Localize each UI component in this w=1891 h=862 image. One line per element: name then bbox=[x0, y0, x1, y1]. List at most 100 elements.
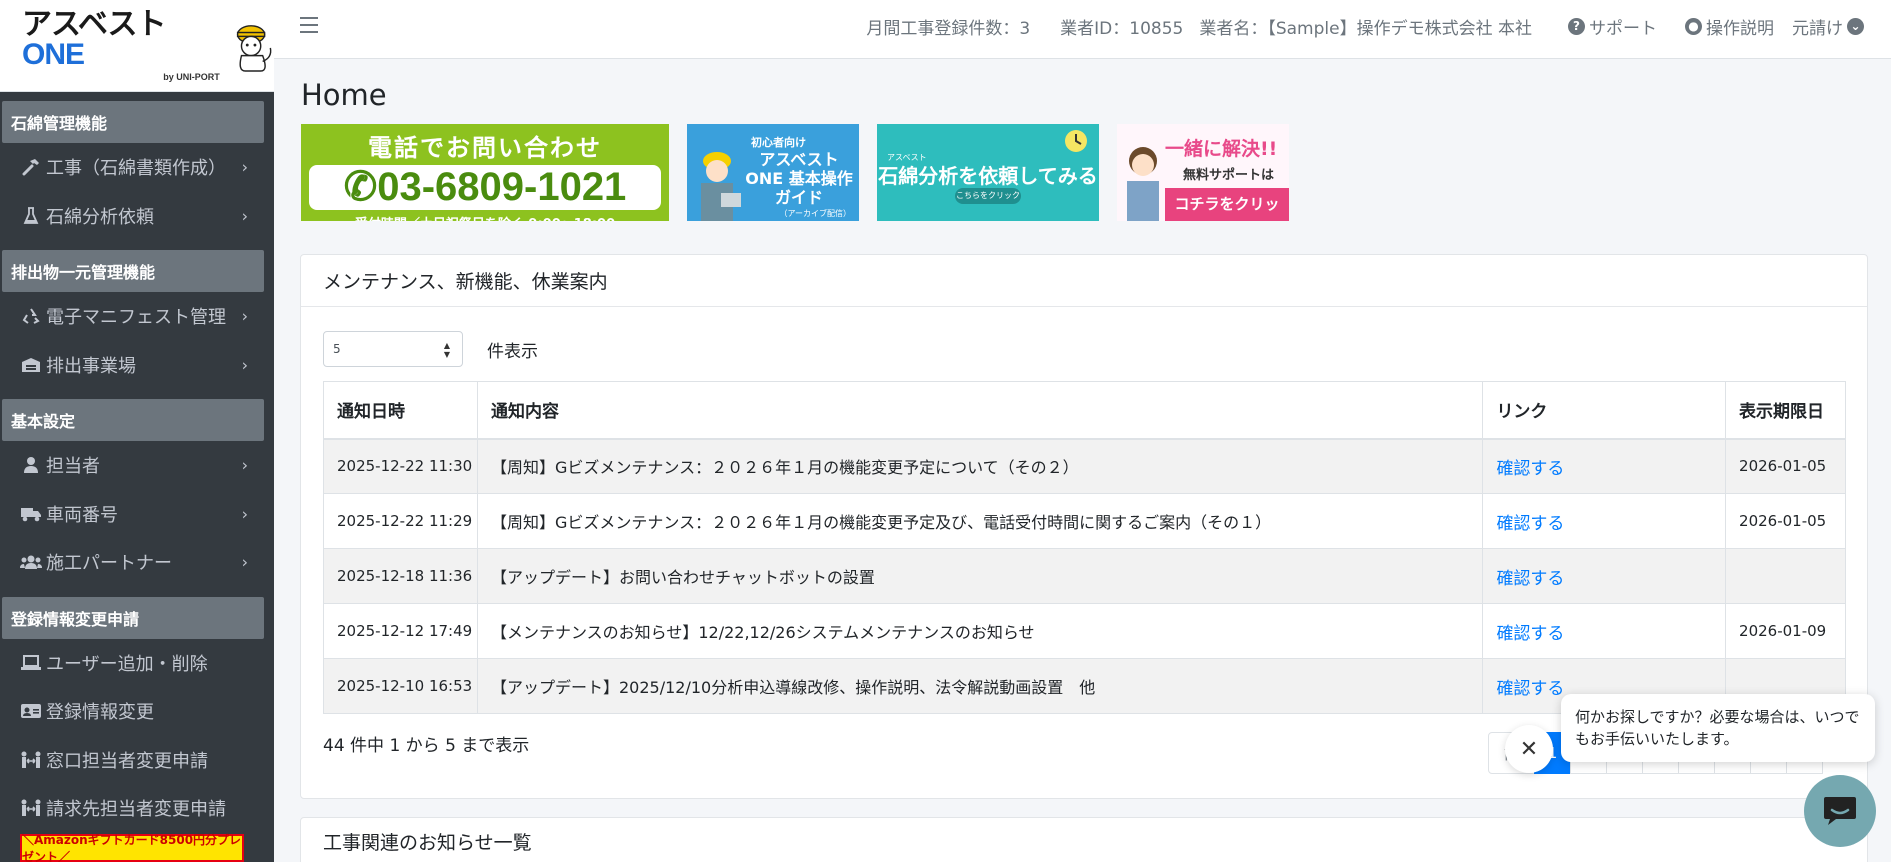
notice-content: 【メンテナンスのお知らせ】12/22,12/26システムメンテナンスのお知らせ bbox=[476, 603, 1484, 659]
sidebar-item-partners[interactable]: 施工パートナー › bbox=[0, 538, 274, 587]
notice-confirm-link[interactable]: 確認する bbox=[1482, 438, 1727, 494]
sidebar-item-label: 登録情報変更 bbox=[46, 702, 154, 724]
chevron-right-icon: › bbox=[241, 552, 248, 572]
sidebar-item-sites[interactable]: 排出事業場 › bbox=[0, 341, 274, 390]
menu-toggle-icon[interactable] bbox=[300, 17, 318, 33]
monthly-count: 月間工事登録件数：3 bbox=[866, 18, 1031, 39]
nav-section-asbestos: 石綿管理機能 bbox=[2, 101, 264, 143]
header-info: 月間工事登録件数：3 業者ID：10855 業者名：【Sample】操作デモ株式… bbox=[866, 0, 1891, 52]
chevron-right-icon: › bbox=[241, 504, 248, 524]
support-link[interactable]: ? サポート bbox=[1568, 14, 1657, 39]
user-circle-icon: ● bbox=[1685, 17, 1702, 35]
phone-contact-banner[interactable]: 電話でお問い合わせ ✆03-6809-1021 受付時間／土日祝祭日を除く 9:… bbox=[301, 124, 669, 221]
sidebar-item-analysis[interactable]: 石綿分析依頼 › bbox=[0, 192, 274, 241]
table-row: 2025-12-12 17:49 【メンテナンスのお知らせ】12/22,12/2… bbox=[323, 603, 1846, 659]
sidebar-item-label: 施工パートナー bbox=[46, 553, 172, 575]
chat-greeting-bubble[interactable]: 何かお探しですか？必要な場合は、いつでもお手伝いいたします。 bbox=[1561, 694, 1875, 762]
chat-launcher-button[interactable] bbox=[1804, 775, 1876, 847]
beginner-guide-banner[interactable]: 初心者向け アスベストONE 基本操作 ガイド （アーカイブ配信） bbox=[687, 124, 859, 221]
sidebar-item-manifest[interactable]: 電子マニフェスト管理 › bbox=[0, 292, 274, 341]
sidebar-nav: 石綿管理機能 工事（石綿書類作成） › 石綿分析依頼 › 排出物一元管理機能 電… bbox=[0, 101, 274, 833]
nav-section-registration: 登録情報変更申請 bbox=[2, 596, 264, 639]
chevron-down-circle-icon: ⌄ bbox=[1847, 17, 1864, 35]
logo-subtitle: by UNI-PORT bbox=[163, 71, 220, 82]
notice-content: 【アップデート】お問い合わせチャットボットの設置 bbox=[476, 548, 1484, 604]
column-header-link[interactable]: リンク bbox=[1482, 381, 1727, 440]
dog-mascot-icon bbox=[236, 24, 272, 72]
sidebar: アスベストONE by UNI-PORT 石綿管理機能 工事（石綿書類作成） ›… bbox=[0, 0, 274, 862]
notice-date: 2025-12-10 16:53 bbox=[323, 658, 478, 714]
top-navbar: 月間工事登録件数：3 業者ID：10855 業者名：【Sample】操作デモ株式… bbox=[274, 0, 1891, 59]
notice-confirm-link[interactable]: 確認する bbox=[1482, 493, 1727, 549]
users-icon bbox=[20, 552, 42, 572]
people-arrows-icon bbox=[20, 750, 42, 770]
sidebar-item-registration-change[interactable]: 登録情報変更 bbox=[0, 687, 274, 736]
notice-date: 2025-12-18 11:36 bbox=[323, 548, 478, 604]
sidebar-item-billing-contact-change[interactable]: 請求先担当者変更申請 bbox=[0, 784, 274, 833]
column-header-content[interactable]: 通知内容 bbox=[476, 381, 1484, 440]
truck-icon bbox=[20, 504, 42, 524]
notice-date: 2025-12-22 11:29 bbox=[323, 493, 478, 549]
construction-notices-title: 工事関連のお知らせ一覧 bbox=[323, 832, 532, 854]
table-header-row: 通知日時 通知内容 リンク 表示期限日 bbox=[323, 381, 1846, 440]
manual-link[interactable]: ● 操作説明 bbox=[1685, 14, 1774, 39]
chevron-right-icon: › bbox=[241, 306, 248, 326]
sidebar-item-construction[interactable]: 工事（石綿書類作成） › bbox=[0, 143, 274, 192]
notices-table: 通知日時 通知内容 リンク 表示期限日 2025-12-22 11:30 【周知… bbox=[323, 381, 1846, 714]
table-row: 2025-12-18 11:36 【アップデート】お問い合わせチャットボットの設… bbox=[323, 548, 1846, 604]
table-row: 2025-12-22 11:29 【周知】Gビズメンテナンス：２０２６年１月の機… bbox=[323, 493, 1846, 549]
user-menu[interactable]: 元請け ⌄ bbox=[1792, 14, 1864, 39]
table-row: 2025-12-22 11:30 【周知】Gビズメンテナンス：２０２６年１月の機… bbox=[323, 438, 1846, 494]
free-support-banner[interactable]: 一緒に解決!! 無料サポートは コチラをクリック! bbox=[1117, 124, 1289, 221]
notice-date: 2025-12-22 11:30 bbox=[323, 438, 478, 494]
notice-confirm-link[interactable]: 確認する bbox=[1482, 548, 1727, 604]
user-icon bbox=[20, 455, 42, 475]
column-header-expiry[interactable]: 表示期限日 bbox=[1725, 381, 1846, 440]
worker-illustration-icon bbox=[701, 152, 741, 221]
hammer-icon bbox=[20, 157, 42, 177]
notice-expiry: 2026-01-05 bbox=[1725, 493, 1846, 549]
sidebar-item-label: 排出事業場 bbox=[46, 355, 136, 377]
sidebar-item-user-management[interactable]: ユーザー追加・削除 bbox=[0, 639, 274, 688]
phone-number: ✆03-6809-1021 bbox=[309, 165, 661, 210]
notice-expiry: 2026-01-05 bbox=[1725, 438, 1846, 494]
company-id: 業者ID：10855 bbox=[1060, 18, 1184, 39]
column-header-date[interactable]: 通知日時 bbox=[323, 381, 478, 440]
page-length-select[interactable]: 5 ▲ ▼ bbox=[323, 331, 463, 367]
page-length-label: 件表示 bbox=[487, 341, 538, 362]
sidebar-item-contact-change[interactable]: 窓口担当者変更申請 bbox=[0, 736, 274, 785]
amazon-gift-promo-banner[interactable]: ＼Amazonギフトカード8500円分プレゼント／ bbox=[20, 833, 244, 862]
notice-content: 【周知】Gビズメンテナンス：２０２６年１月の機能変更予定及び、電話受付時間に関す… bbox=[476, 493, 1484, 549]
page-length-control: 5 ▲ ▼ 件表示 bbox=[323, 331, 538, 367]
notice-expiry bbox=[1725, 548, 1846, 604]
notice-date: 2025-12-12 17:49 bbox=[323, 603, 478, 659]
sidebar-item-staff[interactable]: 担当者 › bbox=[0, 441, 274, 490]
phone-icon: ✆ bbox=[343, 165, 378, 209]
request-analysis-banner[interactable]: アスベスト 石綿分析を依頼してみる こちらをクリック bbox=[877, 124, 1099, 221]
chevron-right-icon: › bbox=[241, 355, 248, 375]
sidebar-item-vehicles[interactable]: 車両番号 › bbox=[0, 490, 274, 539]
chevron-right-icon: › bbox=[241, 455, 248, 475]
notice-expiry: 2026-01-09 bbox=[1725, 603, 1846, 659]
clock-icon bbox=[1065, 130, 1087, 152]
sidebar-item-label: 電子マニフェスト管理 bbox=[46, 307, 226, 329]
notice-confirm-link[interactable]: 確認する bbox=[1482, 603, 1727, 659]
page-title: Home bbox=[301, 78, 387, 112]
id-card-icon bbox=[20, 701, 42, 721]
brand-logo[interactable]: アスベストONE by UNI-PORT bbox=[0, 0, 274, 92]
flask-icon bbox=[20, 206, 42, 226]
notice-content: 【周知】Gビズメンテナンス：２０２６年１月の機能変更予定について（その２） bbox=[476, 438, 1484, 494]
logo: アスベストONE by UNI-PORT bbox=[22, 9, 274, 82]
chevron-right-icon: › bbox=[241, 206, 248, 226]
notice-content: 【アップデート】2025/12/10分析申込導線改修、操作説明、法令解説動画設置… bbox=[476, 658, 1484, 714]
people-arrows-icon bbox=[20, 798, 42, 818]
construction-notices-card: 工事関連のお知らせ一覧 bbox=[300, 817, 1868, 862]
nav-section-waste: 排出物一元管理機能 bbox=[2, 250, 264, 292]
sidebar-item-label: 石綿分析依頼 bbox=[46, 206, 154, 228]
chat-dismiss-button[interactable]: ✕ bbox=[1505, 725, 1553, 773]
sidebar-item-label: 車両番号 bbox=[46, 504, 118, 526]
sidebar-item-label: 請求先担当者変更申請 bbox=[46, 799, 226, 821]
notices-card-title: メンテナンス、新機能、休業案内 bbox=[301, 255, 1867, 307]
sort-arrows-icon: ▲ ▼ bbox=[443, 341, 450, 359]
sidebar-item-label: 担当者 bbox=[46, 456, 100, 478]
